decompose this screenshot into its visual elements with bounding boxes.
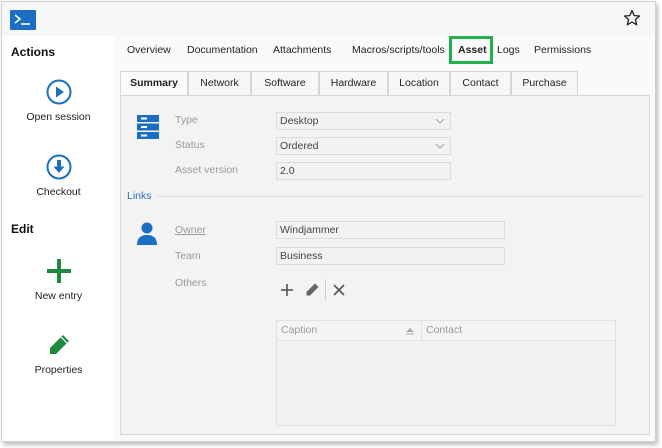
properties-label: Properties xyxy=(34,364,83,376)
sidebar: Actions Open session Checkout Edit New e… xyxy=(2,36,115,441)
chevron-down-icon xyxy=(435,143,445,149)
subtab-summary[interactable]: Summary xyxy=(120,71,188,96)
type-label: Type xyxy=(175,114,198,126)
toolbar-separator xyxy=(325,279,326,301)
status-value: Ordered xyxy=(280,140,319,152)
sidebar-heading-actions: Actions xyxy=(11,45,56,59)
status-select[interactable]: Ordered xyxy=(276,137,451,155)
sort-icon[interactable] xyxy=(405,327,415,335)
column-caption[interactable]: Caption xyxy=(281,324,317,336)
star-icon[interactable] xyxy=(623,9,641,27)
new-entry-label: New entry xyxy=(34,290,83,302)
links-section-title: Links xyxy=(127,190,152,202)
owner-value: Windjammer xyxy=(280,224,339,236)
team-field[interactable]: Business xyxy=(276,247,505,265)
subtab-contact[interactable]: Contact xyxy=(450,71,511,95)
new-entry-button[interactable]: New entry xyxy=(2,258,115,302)
summary-panel: Type Desktop Status Ordered Asset versio… xyxy=(120,95,650,435)
checkout-label: Checkout xyxy=(36,186,81,198)
app-window: Actions Open session Checkout Edit New e… xyxy=(1,1,656,442)
owner-field[interactable]: Windjammer xyxy=(276,221,505,239)
pencil-icon xyxy=(49,335,69,354)
tab-logs[interactable]: Logs xyxy=(497,44,520,60)
asset-version-field[interactable]: 2.0 xyxy=(276,162,451,180)
others-label: Others xyxy=(175,277,207,289)
plus-icon xyxy=(281,284,293,296)
tab-macros-scripts-tools[interactable]: Macros/scripts/tools xyxy=(352,44,445,60)
open-session-button[interactable]: Open session xyxy=(2,79,115,123)
links-divider xyxy=(157,196,643,197)
team-label: Team xyxy=(175,250,201,262)
download-circle-icon xyxy=(46,154,71,180)
subtab-network[interactable]: Network xyxy=(188,71,251,95)
tab-permissions[interactable]: Permissions xyxy=(534,44,591,60)
play-circle-icon xyxy=(46,79,71,105)
sidebar-heading-edit: Edit xyxy=(11,222,34,236)
tab-overview[interactable]: Overview xyxy=(127,44,171,60)
close-icon xyxy=(333,284,345,296)
tab-documentation[interactable]: Documentation xyxy=(187,44,258,60)
properties-button[interactable]: Properties xyxy=(2,332,115,376)
type-select[interactable]: Desktop xyxy=(276,112,451,130)
user-icon xyxy=(137,222,157,245)
owner-label[interactable]: Owner xyxy=(175,224,206,236)
column-contact[interactable]: Contact xyxy=(426,324,462,336)
title-bar xyxy=(2,2,655,36)
open-session-label: Open session xyxy=(26,111,91,123)
plus-icon xyxy=(46,259,71,283)
chevron-down-icon xyxy=(435,118,445,124)
main-content: Overview Documentation Attachments Macro… xyxy=(115,36,655,441)
delete-link-button[interactable] xyxy=(330,281,348,299)
column-divider[interactable] xyxy=(421,321,422,341)
pencil-icon xyxy=(306,283,319,296)
tab-attachments[interactable]: Attachments xyxy=(273,44,331,60)
subtab-location[interactable]: Location xyxy=(388,71,450,95)
subtab-software[interactable]: Software xyxy=(251,71,319,95)
subtab-purchase[interactable]: Purchase xyxy=(511,71,578,95)
type-value: Desktop xyxy=(280,115,319,127)
tab-asset[interactable]: Asset xyxy=(458,44,487,60)
subtab-hardware[interactable]: Hardware xyxy=(319,71,388,95)
checkout-button[interactable]: Checkout xyxy=(2,154,115,198)
server-icon xyxy=(137,115,159,139)
terminal-icon xyxy=(10,10,36,30)
edit-link-button[interactable] xyxy=(303,281,321,299)
asset-version-value: 2.0 xyxy=(280,165,295,177)
add-link-button[interactable] xyxy=(278,281,296,299)
links-grid[interactable]: Caption Contact xyxy=(276,320,616,426)
status-label: Status xyxy=(175,139,205,151)
links-grid-header: Caption Contact xyxy=(277,321,615,341)
asset-version-label: Asset version xyxy=(175,164,239,176)
team-value: Business xyxy=(280,250,323,262)
